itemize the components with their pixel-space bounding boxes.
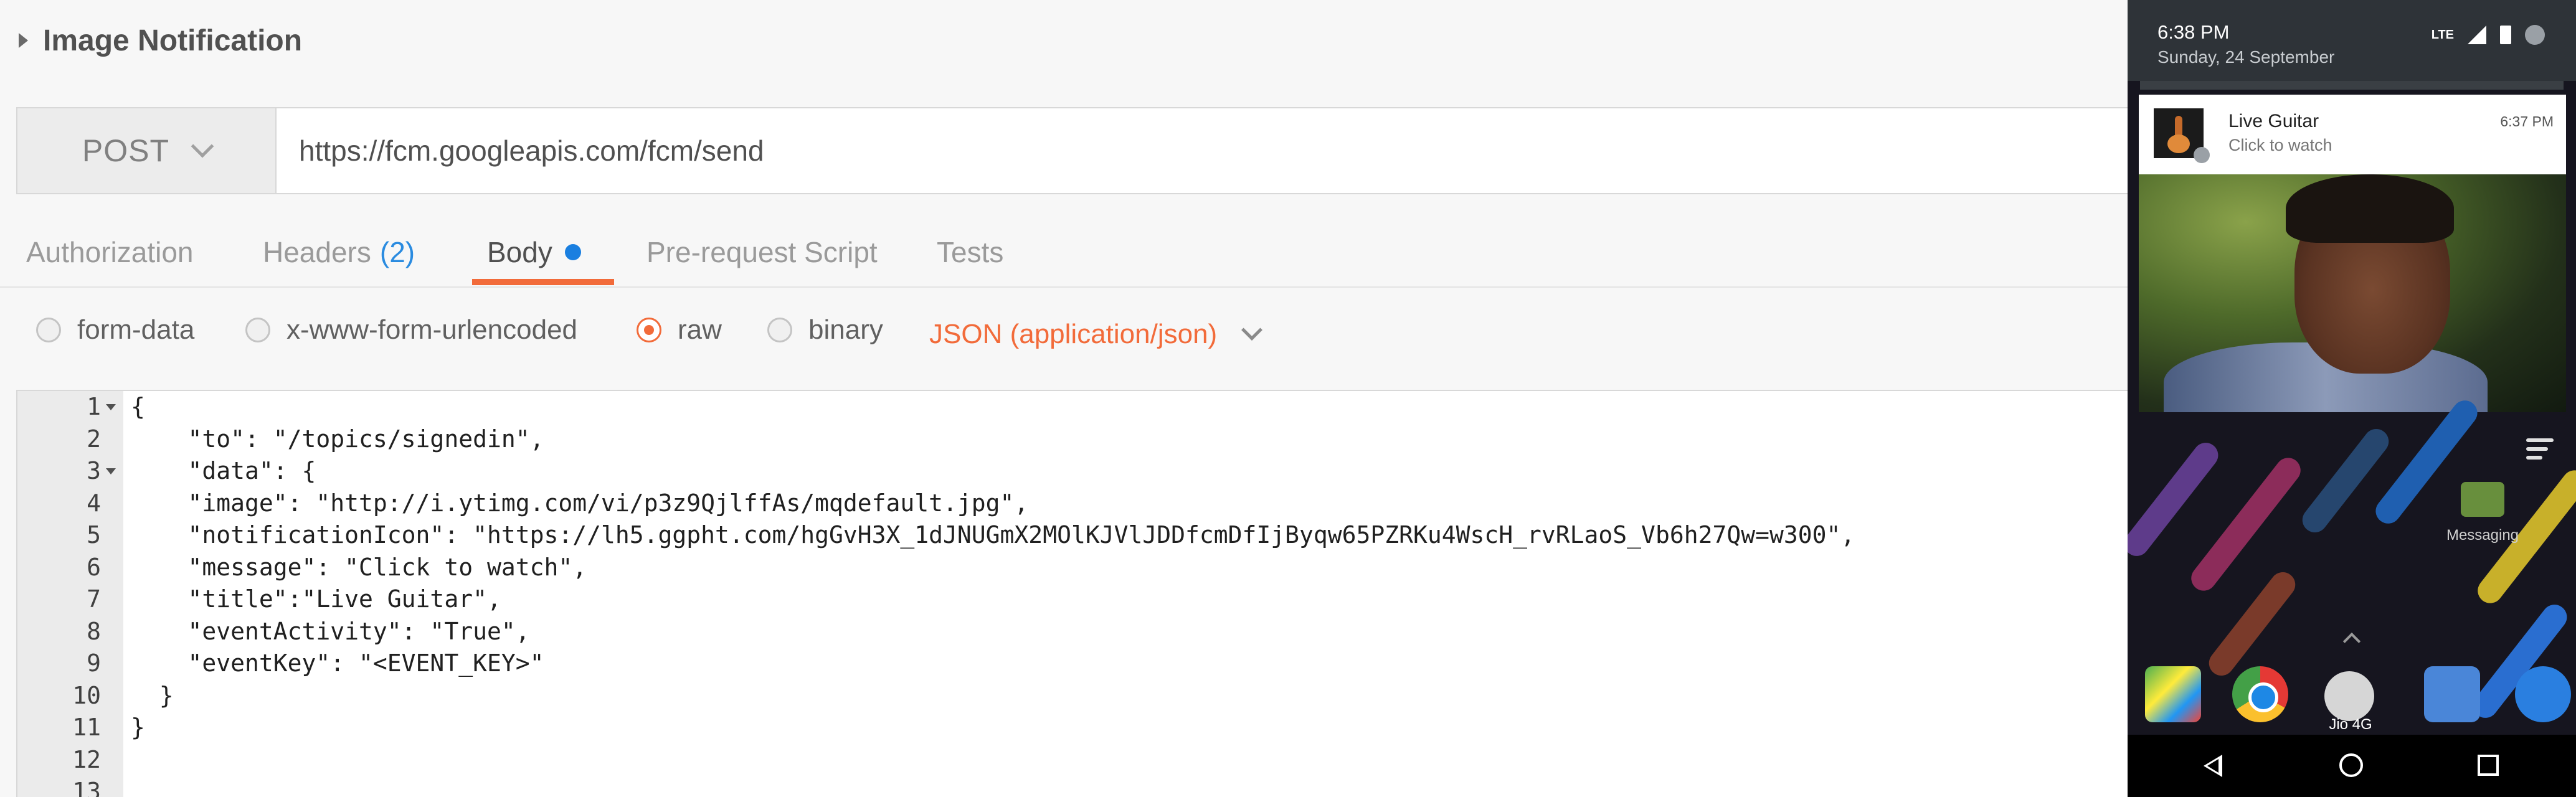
code-line: "title":"Live Guitar",: [131, 585, 501, 613]
body-mode-options: form-data x-www-form-urlencoded raw bina…: [0, 293, 2128, 374]
menu-icon[interactable]: [2526, 438, 2554, 465]
line-number: 10: [72, 681, 101, 709]
url-input[interactable]: https://fcm.googleapis.com/fcm/send: [277, 108, 2128, 193]
shade-edge: [2140, 81, 2564, 90]
notification-shade-header: 6:38 PM Sunday, 24 September LTE: [2128, 0, 2576, 81]
code-line: "data": {: [131, 457, 316, 484]
app-label: Messaging: [2446, 527, 2519, 544]
system-icons: LTE: [2432, 25, 2545, 45]
line-number: 13: [72, 778, 101, 797]
line-number-gutter: 1 2 3 4 5 6 7 8 9 10 11 12 13: [17, 391, 123, 797]
navigation-bar: [2128, 735, 2576, 797]
code-line: {: [131, 393, 145, 420]
radio-raw[interactable]: raw: [637, 293, 722, 367]
code-line: }: [131, 714, 145, 741]
postman-panel: Image Notification POST https://fcm.goog…: [0, 0, 2128, 797]
tab-authorization[interactable]: Authorization: [26, 218, 194, 286]
tab-body[interactable]: Body: [487, 218, 581, 286]
request-name: Image Notification: [43, 24, 303, 57]
tab-tests[interactable]: Tests: [937, 218, 1003, 286]
modified-dot-icon: [564, 244, 581, 260]
code-line: "notificationIcon": "https://lh5.ggpht.c…: [131, 521, 1855, 549]
notification-big-picture[interactable]: [2139, 174, 2566, 412]
app-drawer-icon[interactable]: [2324, 671, 2374, 721]
notification-card[interactable]: Live Guitar Click to watch 6:37 PM: [2139, 95, 2566, 174]
carrier-label: Jio 4G: [2329, 716, 2372, 733]
radio-icon: [245, 318, 270, 342]
home-icon[interactable]: [2339, 753, 2363, 777]
notification-message: Click to watch: [2228, 136, 2332, 154]
status-date: Sunday, 24 September: [2157, 47, 2335, 67]
android-phone-screen: 6:38 PM Sunday, 24 September LTE Live Gu…: [2128, 0, 2576, 797]
line-number: 12: [72, 745, 101, 773]
radio-icon: [36, 318, 61, 342]
line-number: 8: [87, 617, 101, 645]
settings-icon[interactable]: [2525, 25, 2545, 45]
recents-icon[interactable]: [2478, 755, 2499, 776]
line-number: 11: [72, 714, 101, 741]
code-line: "eventKey": "<EVENT_KEY>": [131, 649, 544, 677]
radio-x-www-form-urlencoded[interactable]: x-www-form-urlencoded: [245, 293, 577, 367]
code-line: "to": "/topics/signedin",: [131, 425, 544, 453]
phone-icon[interactable]: [2515, 666, 2571, 722]
method-label: POST: [82, 133, 170, 168]
lte-icon: LTE: [2431, 27, 2454, 42]
contacts-icon[interactable]: [2424, 666, 2480, 722]
code-line: "eventActivity": "True",: [131, 617, 530, 645]
request-header[interactable]: Image Notification: [0, 0, 2128, 81]
code-line: "image": "http://i.ytimg.com/vi/p3z9Qjlf…: [131, 489, 1029, 517]
chevron-down-icon: [1241, 319, 1263, 341]
notification-title: Live Guitar: [2228, 111, 2319, 131]
chevron-down-icon: [191, 134, 214, 158]
request-tabs: Authorization Headers (2) Body Pre-reque…: [0, 218, 2128, 288]
line-number: 9: [87, 649, 101, 677]
code-line: "message": "Click to watch",: [131, 553, 587, 581]
headers-count: (2): [379, 236, 415, 268]
messaging-icon: [2461, 482, 2504, 517]
wallpaper-streak: [2128, 438, 2223, 561]
fold-arrow-icon[interactable]: [106, 468, 116, 474]
url-bar: POST https://fcm.googleapis.com/fcm/send: [16, 107, 2128, 194]
line-number: 4: [87, 489, 101, 517]
line-number: 3: [17, 455, 123, 488]
code-area[interactable]: { "to": "/topics/signedin", "data": { "i…: [123, 391, 2128, 797]
notification-time: 6:37 PM: [2500, 113, 2554, 130]
line-number: 1: [17, 391, 123, 423]
signal-icon: [2468, 26, 2486, 44]
line-number: 6: [87, 553, 101, 581]
line-number: 5: [87, 521, 101, 549]
method-select[interactable]: POST: [17, 108, 277, 193]
active-tab-indicator: [472, 279, 614, 285]
wallpaper-streak: [2204, 567, 2301, 681]
status-clock: 6:38 PM: [2157, 21, 2230, 43]
back-icon[interactable]: [2204, 755, 2222, 777]
radio-form-data[interactable]: form-data: [36, 293, 194, 367]
expand-caret-icon[interactable]: [19, 33, 28, 48]
battery-icon: [2500, 26, 2511, 44]
maps-icon[interactable]: [2145, 666, 2201, 722]
line-number: 7: [87, 585, 101, 613]
photo-hair: [2286, 174, 2454, 243]
app-badge-icon: [2194, 147, 2210, 163]
fold-arrow-icon[interactable]: [106, 404, 116, 410]
content-type-select[interactable]: JSON (application/json): [929, 293, 1263, 376]
line-number: 2: [87, 425, 101, 453]
code-editor[interactable]: 1 2 3 4 5 6 7 8 9 10 11 12 13 { "to": "/topics/signe…: [16, 390, 2128, 797]
chrome-icon[interactable]: [2232, 666, 2288, 722]
tab-headers[interactable]: Headers (2): [263, 218, 415, 286]
radio-selected-icon: [637, 318, 661, 342]
app-messaging[interactable]: Messaging: [2445, 482, 2520, 544]
code-line: }: [131, 681, 174, 709]
radio-binary[interactable]: binary: [767, 293, 883, 367]
tab-pre-request-script[interactable]: Pre-request Script: [646, 218, 878, 286]
radio-icon: [767, 318, 792, 342]
